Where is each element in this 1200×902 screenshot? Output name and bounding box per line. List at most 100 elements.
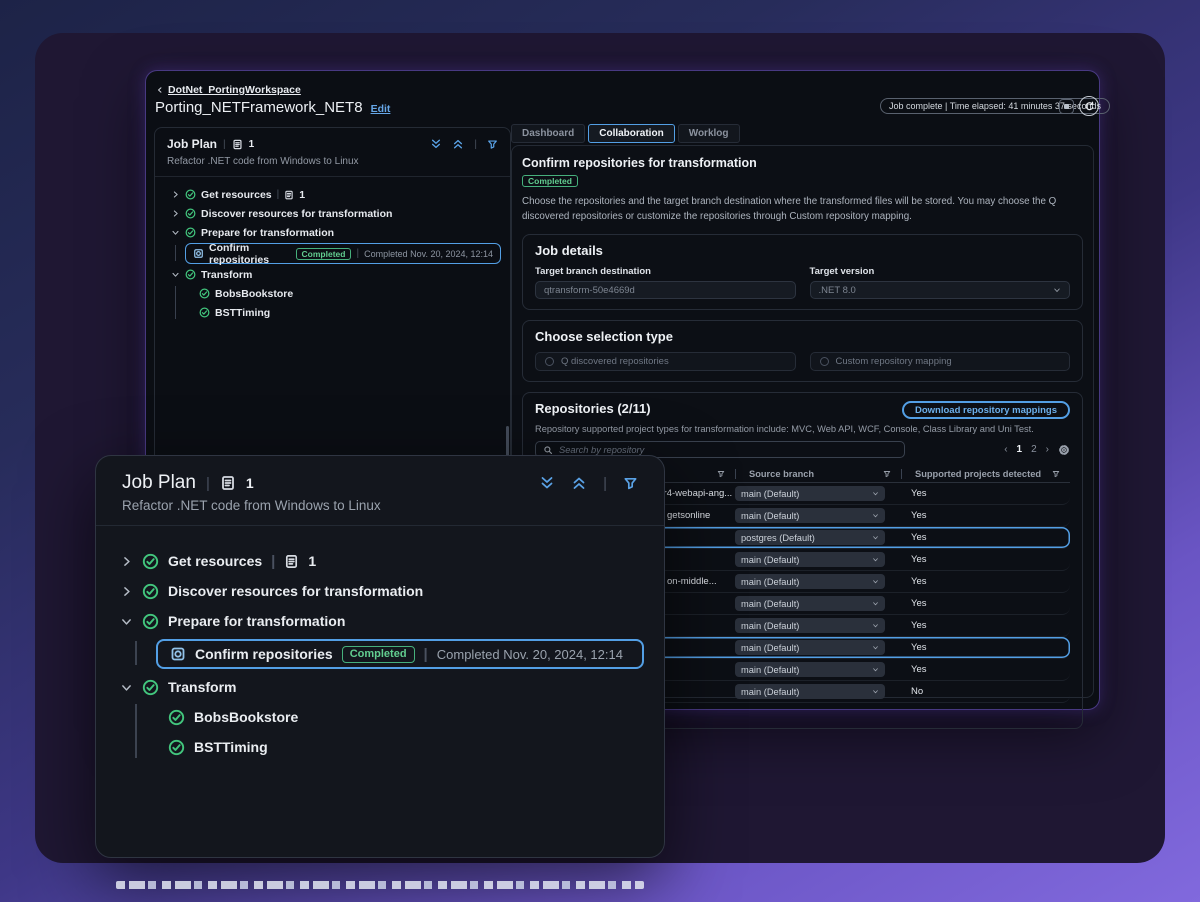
tree-item-get-resources[interactable]: Get resources | 1 xyxy=(161,185,504,204)
job-plan-tree: Get resources | 1 Discover resources for… xyxy=(96,526,664,782)
supported-value: Yes xyxy=(901,488,1070,499)
expand-all-icon[interactable] xyxy=(539,475,555,491)
tree-item-get-resources[interactable]: Get resources | 1 xyxy=(110,546,650,576)
repositories-title: Repositories (2/11) xyxy=(535,401,651,416)
divider: | xyxy=(223,139,226,150)
supported-value: Yes xyxy=(901,510,1070,521)
branch-value: main (Default) xyxy=(741,643,799,653)
refresh-button[interactable] xyxy=(1079,96,1099,116)
chevron-down-icon xyxy=(872,534,879,541)
page-1-button[interactable]: 1 xyxy=(1017,444,1023,455)
job-plan-title: Job Plan xyxy=(122,472,196,494)
column-label: Supported projects detected xyxy=(915,469,1041,479)
supported-value: Yes xyxy=(901,664,1070,675)
job-plan-count: 1 xyxy=(249,139,255,150)
success-check-icon xyxy=(142,583,159,600)
job-plan-header: Job Plan | 1 | xyxy=(155,128,510,151)
tree-item-bsttiming[interactable]: BSTTiming xyxy=(161,303,504,322)
notepad-icon xyxy=(232,139,243,150)
tree-item-bsttiming[interactable]: BSTTiming xyxy=(110,732,650,762)
job-plan-subtitle: Refactor .NET code from Windows to Linux xyxy=(155,151,510,176)
collapse-all-icon[interactable] xyxy=(571,475,587,491)
branch-select[interactable]: main (Default) xyxy=(735,486,885,501)
footer-caption xyxy=(116,881,644,889)
branch-select[interactable]: main (Default) xyxy=(735,574,885,589)
branch-select[interactable]: main (Default) xyxy=(735,684,885,699)
column-header-supported[interactable]: Supported projects detected xyxy=(901,466,1070,482)
divider: | xyxy=(603,475,607,492)
tree-item-confirm-repositories[interactable]: Confirm repositories Completed | Complet… xyxy=(156,639,644,669)
tab-collaboration[interactable]: Collaboration xyxy=(588,124,674,143)
branch-select[interactable]: main (Default) xyxy=(735,640,885,655)
collapse-all-icon[interactable] xyxy=(452,138,464,150)
chevron-down-icon xyxy=(872,644,879,651)
expand-all-icon[interactable] xyxy=(430,138,442,150)
column-header-source-branch[interactable]: Source branch xyxy=(735,466,901,482)
filter-icon xyxy=(717,470,725,478)
job-plan-title: Job Plan xyxy=(167,137,217,151)
scrollbar-thumb[interactable] xyxy=(506,426,509,458)
success-check-icon xyxy=(142,553,159,570)
option-custom-mapping[interactable]: Custom repository mapping xyxy=(810,352,1071,371)
chevron-down-icon xyxy=(171,228,180,237)
branch-select[interactable]: main (Default) xyxy=(735,552,885,567)
divider: | xyxy=(271,553,275,570)
tree-item-discover[interactable]: Discover resources for transformation xyxy=(161,204,504,223)
stop-button[interactable] xyxy=(1059,99,1074,114)
desktop-background: DotNet_PortingWorkspace Porting_NETFrame… xyxy=(0,0,1200,902)
search-input[interactable] xyxy=(559,445,897,455)
breadcrumb[interactable]: DotNet_PortingWorkspace xyxy=(156,84,301,96)
tab-worklog[interactable]: Worklog xyxy=(678,124,740,143)
tree-item-prepare[interactable]: Prepare for transformation xyxy=(110,606,650,636)
selection-type-title: Choose selection type xyxy=(535,329,1070,344)
branch-select[interactable]: main (Default) xyxy=(735,508,885,523)
tree-item-label: Transform xyxy=(201,269,252,281)
job-plan-tree: Get resources | 1 Discover resources for… xyxy=(155,177,510,330)
job-plan-tools: | xyxy=(430,138,498,150)
notepad-icon xyxy=(284,190,294,200)
tree-item-prepare[interactable]: Prepare for transformation xyxy=(161,223,504,242)
job-details-card: Job details Target branch destination qt… xyxy=(522,234,1083,310)
tab-dashboard[interactable]: Dashboard xyxy=(511,124,585,143)
settings-gear-icon[interactable] xyxy=(1058,444,1070,456)
tree-item-discover[interactable]: Discover resources for transformation xyxy=(110,576,650,606)
job-plan-count: 1 xyxy=(246,475,254,491)
status-badge: Completed xyxy=(522,175,578,187)
target-branch-input[interactable]: qtransform-50e4669d xyxy=(535,281,796,299)
tree-children: Confirm repositories Completed | Complet… xyxy=(110,639,650,669)
tree-item-transform[interactable]: Transform xyxy=(161,265,504,284)
branch-select[interactable]: main (Default) xyxy=(735,662,885,677)
chevron-down-icon xyxy=(872,600,879,607)
tree-item-label: Prepare for transformation xyxy=(201,227,334,239)
branch-select[interactable]: main (Default) xyxy=(735,596,885,611)
download-mappings-button[interactable]: Download repository mappings xyxy=(902,401,1070,419)
option-q-discovered[interactable]: Q discovered repositories xyxy=(535,352,796,371)
page-title-row: Porting_NETFramework_NET8 Edit xyxy=(155,99,390,116)
filter-icon[interactable] xyxy=(487,139,498,150)
chevron-down-icon xyxy=(120,615,133,628)
branch-value: main (Default) xyxy=(741,621,799,631)
tree-item-label: Discover resources for transformation xyxy=(168,583,423,599)
success-check-icon xyxy=(199,307,210,318)
success-check-icon xyxy=(168,739,185,756)
tree-item-transform[interactable]: Transform xyxy=(110,672,650,702)
edit-link[interactable]: Edit xyxy=(371,103,391,115)
success-check-icon xyxy=(142,679,159,696)
filter-icon[interactable] xyxy=(623,476,638,491)
job-details-title: Job details xyxy=(535,243,1070,258)
page-2-button[interactable]: 2 xyxy=(1031,444,1037,455)
option-label: Q discovered repositories xyxy=(561,356,669,367)
prev-page-button[interactable]: ‹ xyxy=(1004,444,1007,455)
tree-item-bobsbookstore[interactable]: BobsBookstore xyxy=(110,702,650,732)
divider: | xyxy=(277,189,280,200)
tree-item-bobsbookstore[interactable]: BobsBookstore xyxy=(161,284,504,303)
job-plan-zoom-header: Job Plan | 1 | xyxy=(96,456,664,494)
next-page-button[interactable]: › xyxy=(1046,444,1049,455)
chevron-down-icon xyxy=(872,666,879,673)
tree-item-confirm-repositories[interactable]: Confirm repositories Completed | Complet… xyxy=(185,243,501,264)
supported-value: Yes xyxy=(901,554,1070,565)
target-version-select[interactable]: .NET 8.0 xyxy=(810,281,1071,299)
branch-select[interactable]: main (Default) xyxy=(735,618,885,633)
branch-select[interactable]: postgres (Default) xyxy=(735,530,885,545)
divider: | xyxy=(206,475,210,492)
